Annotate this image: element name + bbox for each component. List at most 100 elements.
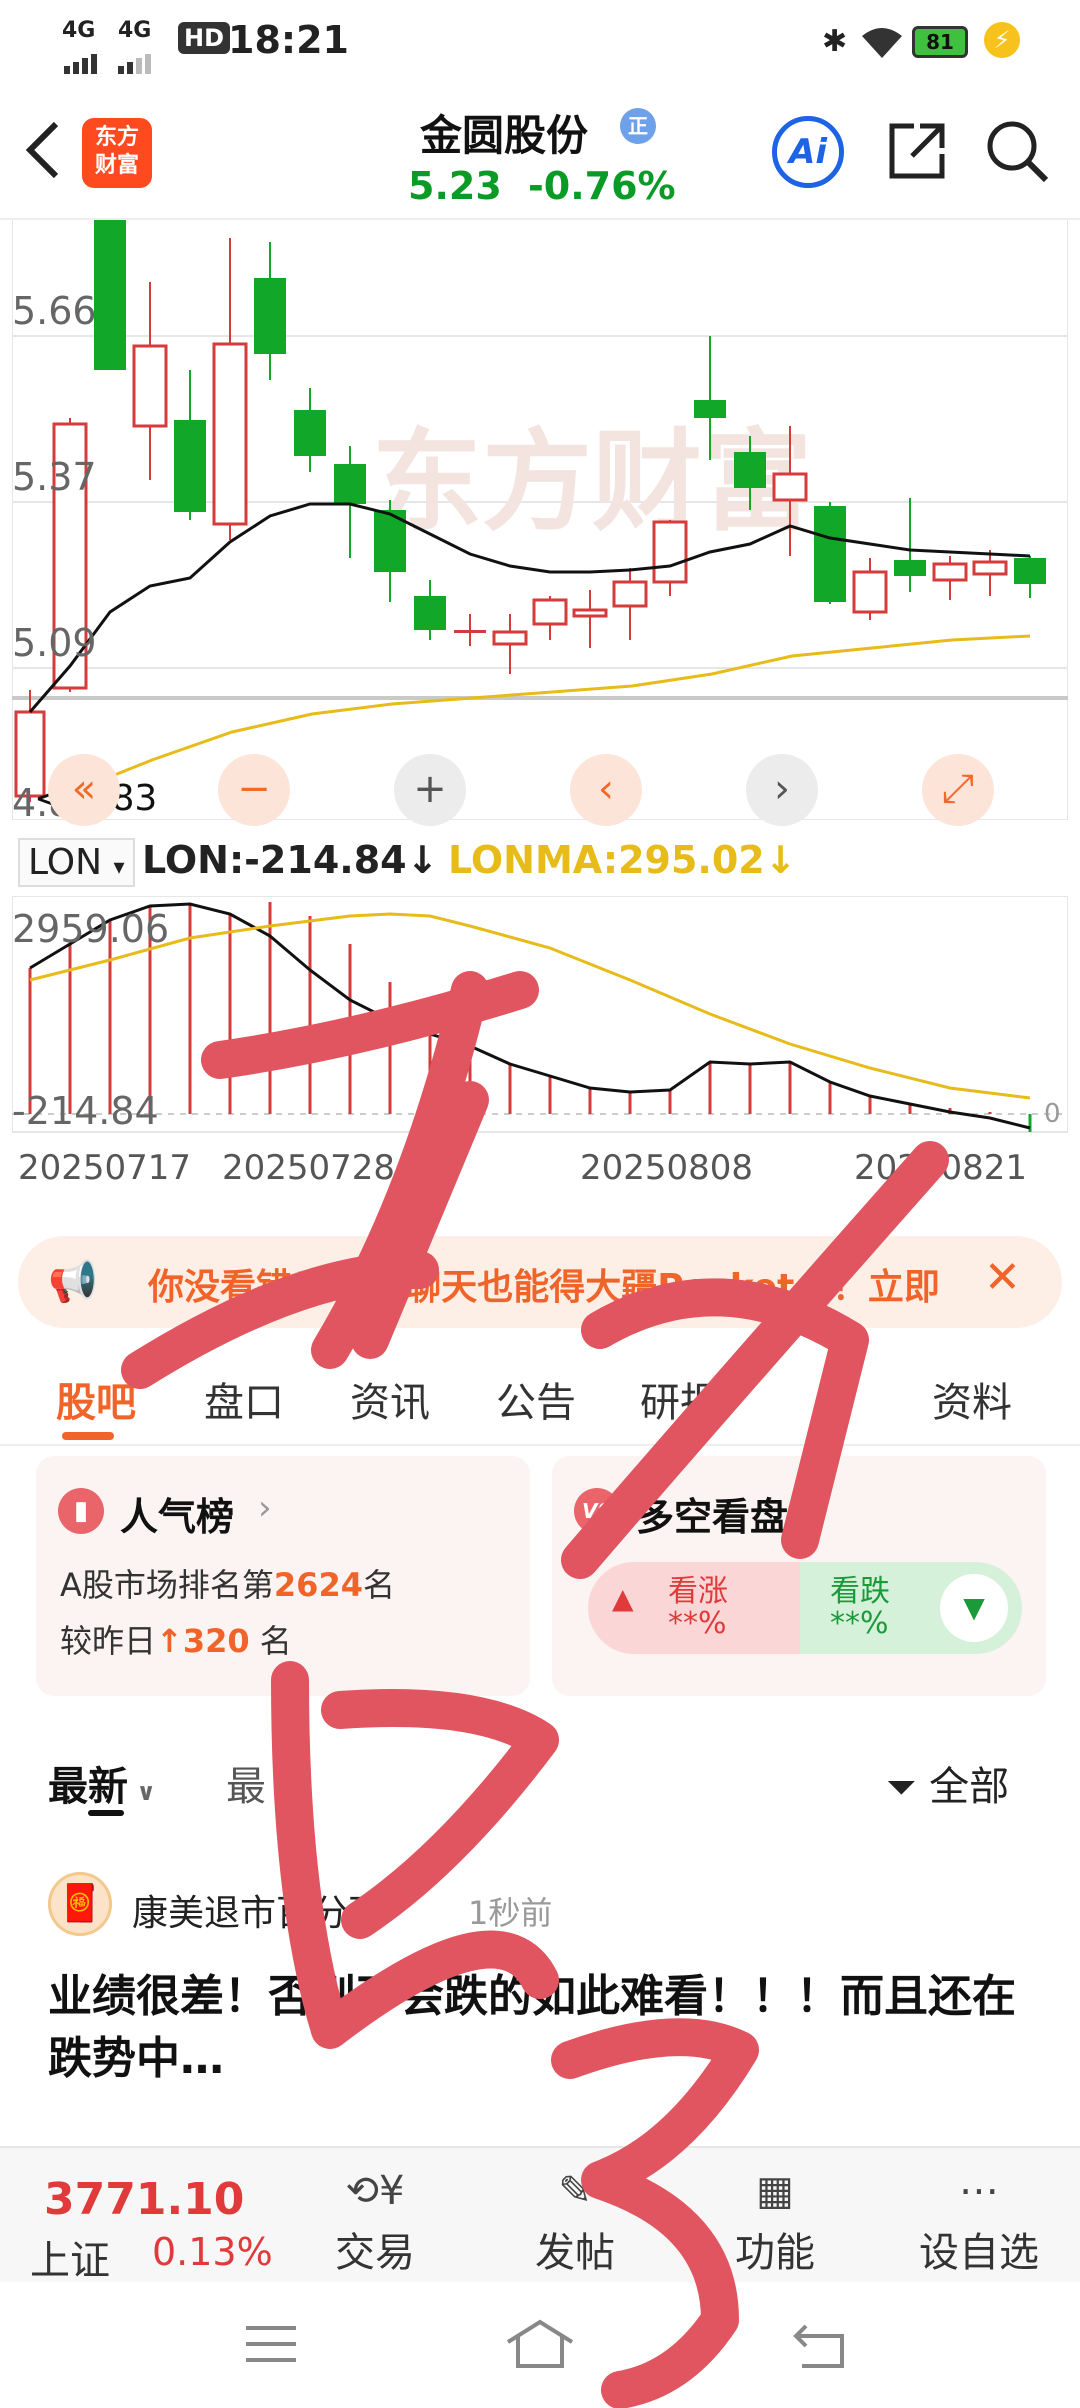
vote-down-button[interactable]: 看跌 **% ▼ — [800, 1562, 1022, 1654]
zoom-in-button[interactable]: + — [394, 754, 466, 826]
ma-line-long — [71, 634, 1031, 794]
sort-second[interactable]: 最 — [226, 1754, 266, 1812]
filter-all-button[interactable]: ⏷ 全部 — [886, 1754, 1009, 1812]
promo-banner[interactable]: 📢 你没看错！和AI聊天也能得大疆Pocket 3！立即 ✕ — [18, 1236, 1062, 1328]
active-tab-indicator — [62, 1432, 114, 1440]
date-tick: 20250717 — [18, 1148, 192, 1188]
charging-icon: ⚡ — [984, 22, 1020, 58]
fullscreen-button[interactable]: ⤢ — [922, 754, 994, 826]
filter-all-label: 全部 — [929, 1764, 1010, 1810]
nav-post[interactable]: ✎ 发帖 — [500, 2162, 650, 2278]
lon-bottom-tick: -214.84 — [12, 1089, 159, 1133]
status-bar: 4G 4G HD 18:21 ✱ 81 ⚡ — [0, 0, 1080, 84]
indicator-select[interactable]: LON ▾ — [18, 838, 135, 887]
ai-assistant-button[interactable]: Ai — [772, 116, 844, 188]
tab-research[interactable]: 研报 — [640, 1370, 720, 1428]
popularity-card[interactable]: ▮ 人气榜 › A股市场排名第2624名 较昨日↑320 名 — [36, 1456, 530, 1696]
nav-functions[interactable]: ▦ 功能 — [700, 2162, 850, 2278]
vs-icon: VS — [574, 1488, 620, 1534]
chevron-right-icon: › — [258, 1488, 272, 1528]
candle — [94, 220, 126, 370]
nav-functions-label: 功能 — [735, 2230, 815, 2276]
tab-guba[interactable]: 股吧 — [56, 1370, 136, 1428]
rewind-fast-button[interactable]: « — [48, 754, 120, 826]
bluetooth-icon: ✱ — [822, 24, 848, 59]
candle — [652, 520, 688, 596]
vote-title: 多空看盘 — [636, 1495, 789, 1539]
nav-watchlist-label: 设自选 — [919, 2230, 1039, 2276]
more-icon: ⋯ — [959, 2168, 999, 2214]
tab-pankou[interactable]: 盘口 — [204, 1370, 284, 1428]
chevron-down-icon: ∨ — [128, 1778, 156, 1806]
ranking-icon: ▮ — [58, 1488, 104, 1534]
tab-profile[interactable]: 资料 — [932, 1370, 1012, 1428]
post-author[interactable]: 康美退市百分百 — [132, 1884, 384, 1936]
post-content[interactable]: 业绩很差！否则不会跌的如此难看！！！而且还在跌势中… — [48, 1966, 1038, 2090]
share-button[interactable] — [884, 118, 950, 188]
tab-news[interactable]: 资讯 — [350, 1370, 430, 1428]
y-tick: 5.66 — [12, 289, 97, 333]
banner-close-icon[interactable]: ✕ — [984, 1252, 1021, 1303]
candle — [492, 614, 528, 674]
nav-trade-label: 交易 — [335, 2230, 415, 2276]
candle — [212, 238, 248, 540]
rank-suffix: 名 — [362, 1566, 395, 1604]
search-button[interactable] — [984, 118, 1050, 188]
lon-line — [29, 902, 1031, 1130]
back-arrow-icon — [25, 121, 59, 179]
avatar[interactable]: 🧧 — [48, 1872, 112, 1936]
back-button[interactable] — [20, 118, 64, 186]
clock-time: 18:21 — [228, 18, 349, 62]
index-name[interactable]: 上证 — [30, 2228, 110, 2286]
lon-top-tick: 2959.06 — [12, 907, 169, 951]
logo-text-1: 东方 — [94, 125, 139, 150]
vote-up-button[interactable]: ▲ 看涨 **% — [588, 1562, 800, 1654]
post-filter-row: 最新 ∨ 最 ⏷ 全部 — [0, 1736, 1080, 1826]
menu-button[interactable] — [244, 2322, 298, 2370]
sort-indicator — [88, 1810, 124, 1816]
signal-label-2: 4G — [118, 18, 152, 43]
candle — [612, 568, 648, 640]
vote-down-value: **% — [830, 1606, 889, 1641]
menu-icon — [246, 2326, 296, 2362]
section-tabs: 股吧 盘口 资讯 公告 研报 资料 — [0, 1340, 1080, 1446]
candle — [532, 596, 568, 640]
lon-value: LON:-214.84↓ — [142, 838, 439, 882]
search-icon — [987, 121, 1049, 183]
candle — [254, 242, 286, 380]
wifi-icon — [860, 24, 904, 69]
tab-notice[interactable]: 公告 — [496, 1370, 576, 1428]
sort-latest-label: 最新 — [48, 1764, 128, 1810]
scroll-right-button[interactable]: › — [746, 754, 818, 826]
candle — [174, 370, 206, 520]
candle — [414, 580, 446, 640]
back-nav-button[interactable] — [792, 2320, 848, 2374]
signal-icon-1 — [64, 42, 108, 83]
rank-line: A股市场排名第2624名 — [60, 1560, 395, 1606]
y-tick: 5.37 — [12, 455, 97, 499]
candle — [972, 550, 1008, 596]
index-change: 0.13% — [152, 2230, 273, 2274]
vote-up-label: 看涨 — [668, 1574, 728, 1609]
kline-svg: 东方财富 5.66 5.37 5.09 — [11, 220, 1069, 825]
edit-icon: ✎ — [558, 2168, 592, 2214]
cert-badge-icon: 正 — [620, 108, 656, 144]
rank-change-suffix: 名 — [259, 1622, 292, 1660]
candle — [334, 446, 366, 558]
index-value[interactable]: 3771.10 — [44, 2174, 244, 2225]
stock-change: -0.76% — [528, 164, 676, 208]
candle — [1014, 556, 1046, 598]
nav-watchlist[interactable]: ⋯ 设自选 — [904, 2162, 1054, 2278]
home-button[interactable] — [504, 2316, 576, 2376]
sort-latest[interactable]: 最新 ∨ — [48, 1754, 156, 1812]
grid-icon: ▦ — [756, 2168, 794, 2214]
scroll-left-button[interactable]: ‹ — [570, 754, 642, 826]
zoom-out-button[interactable]: − — [218, 754, 290, 826]
system-nav-bar — [0, 2282, 1080, 2408]
app-logo[interactable]: 东方 财富 — [82, 118, 152, 188]
vote-card[interactable]: VS 多空看盘 ▲ 看涨 **% 看跌 **% ▼ — [552, 1456, 1046, 1696]
rank-change-line: 较昨日↑320 名 — [60, 1616, 292, 1662]
nav-trade[interactable]: ⟲¥ 交易 — [300, 2162, 450, 2278]
signal-icon-2 — [118, 42, 162, 83]
kline-chart[interactable]: 东方财富 5.66 5.37 5.09 « − + ‹ › ⤢ — [11, 220, 1069, 826]
